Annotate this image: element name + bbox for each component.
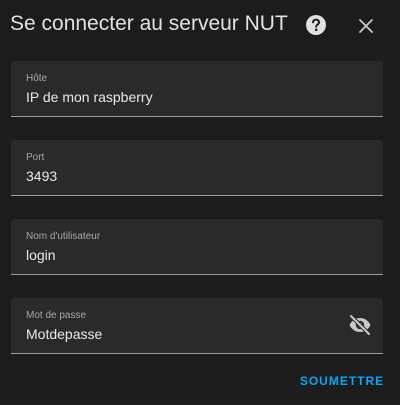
dialog-title: Se connecter au serveur NUT xyxy=(10,12,288,35)
submit-button[interactable]: SOUMETTRE xyxy=(294,370,390,392)
close-icon xyxy=(359,19,373,33)
connect-nut-dialog: Se connecter au serveur NUT Hôte IP de m… xyxy=(0,0,400,405)
username-field-label: Nom d'utilisateur xyxy=(26,231,101,242)
host-field-value[interactable]: IP de mon raspberry xyxy=(26,88,153,106)
username-field[interactable]: Nom d'utilisateur login xyxy=(11,219,383,275)
password-field-label: Mot de passe xyxy=(26,310,87,321)
port-field-label: Port xyxy=(26,152,45,163)
dialog-header: Se connecter au serveur NUT xyxy=(0,0,400,52)
help-circle-icon[interactable] xyxy=(305,14,327,36)
port-field[interactable]: Port 3493 xyxy=(11,140,383,196)
port-field-value[interactable]: 3493 xyxy=(26,167,57,185)
close-button[interactable] xyxy=(352,12,380,40)
host-field[interactable]: Hôte IP de mon raspberry xyxy=(11,61,383,117)
eye-off-icon[interactable] xyxy=(348,313,372,337)
username-field-value[interactable]: login xyxy=(26,246,56,264)
password-field[interactable]: Mot de passe Motdepasse xyxy=(11,298,383,354)
password-field-value[interactable]: Motdepasse xyxy=(26,325,102,343)
host-field-label: Hôte xyxy=(26,73,48,84)
